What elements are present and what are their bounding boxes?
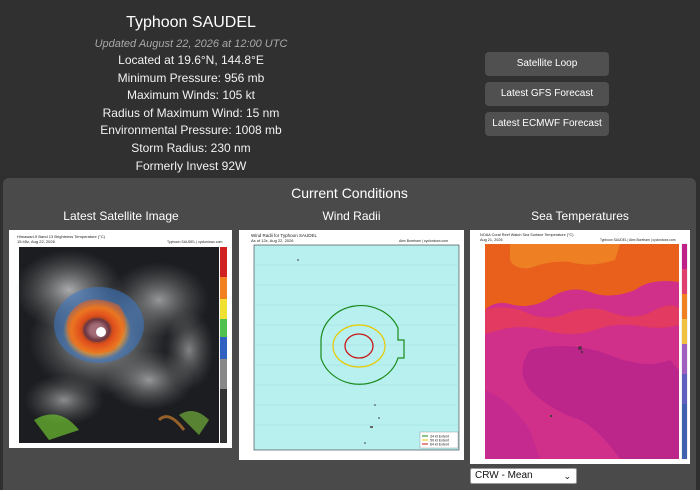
storm-header: Typhoon SAUDEL Updated August 22, 2026 a…	[0, 0, 700, 176]
storm-radius: Storm Radius: 230 nm	[131, 140, 251, 155]
environmental-pressure: Environmental Pressure: 1008 mb	[100, 123, 282, 138]
storm-info: Typhoon SAUDEL Updated August 22, 2026 a…	[40, 12, 342, 175]
sea-temperature-image[interactable]: NOAA Coral Reef Watch Sea Surface Temper…	[470, 230, 690, 464]
wind-radii-credit: Alex Boreham | cyclonicwx.com	[399, 239, 448, 243]
wind-radii-title: Wind Radii	[322, 209, 381, 223]
forecast-buttons: Satellite Loop Latest GFS Forecast Lates…	[485, 52, 609, 142]
sst-select-value: CRW - Mean	[475, 470, 533, 481]
sst-credit: Typhoon SAUDEL | Alex Boreham | cyclonic…	[600, 238, 676, 242]
sst-caption: NOAA Coral Reef Watch Sea Surface Temper…	[480, 233, 574, 237]
satellite-loop-button[interactable]: Satellite Loop	[485, 52, 609, 76]
wind-radii-image[interactable]: Wind Radii for Typhoon SAUDEL As of 12z,…	[239, 230, 464, 460]
gfs-forecast-button[interactable]: Latest GFS Forecast	[485, 82, 609, 106]
satellite-credit: Typhoon SAUDEL | cyclonicwx.com	[167, 240, 223, 244]
radius-max-wind: Radius of Maximum Wind: 15 nm	[102, 105, 280, 120]
current-conditions-title: Current Conditions	[291, 185, 408, 201]
legend-64kt: 64 kt Extent	[430, 442, 449, 446]
storm-title: Typhoon SAUDEL	[126, 14, 256, 31]
storm-location: Located at 19.6°N, 144.8°E	[118, 53, 264, 67]
updated-time: Updated August 22, 2026 at 12:00 UTC	[94, 38, 288, 50]
sst-product-select[interactable]: CRW - Mean ⌄	[470, 468, 577, 484]
formerly-invest: Formerly Invest 92W	[135, 158, 247, 173]
current-conditions-panel: Current Conditions Latest Satellite Imag…	[3, 178, 696, 490]
sst-date: Aug 21, 2026	[480, 238, 503, 242]
wind-radii-time: As of 12z, Aug 22, 2026	[251, 238, 294, 243]
satellite-title: Latest Satellite Image	[63, 209, 179, 223]
chevron-down-icon: ⌄	[563, 471, 571, 481]
ecmwf-forecast-button[interactable]: Latest ECMWF Forecast	[485, 112, 609, 136]
maximum-winds: Maximum Winds: 105 kt	[126, 88, 256, 103]
satellite-image[interactable]: Himawari-9 Band 13 Brightness Temperatur…	[9, 230, 232, 448]
satellite-time: 15:45z, Aug 22, 2026	[17, 239, 56, 244]
minimum-pressure: Minimum Pressure: 956 mb	[117, 70, 265, 85]
sea-temperatures-title: Sea Temperatures	[531, 209, 629, 223]
